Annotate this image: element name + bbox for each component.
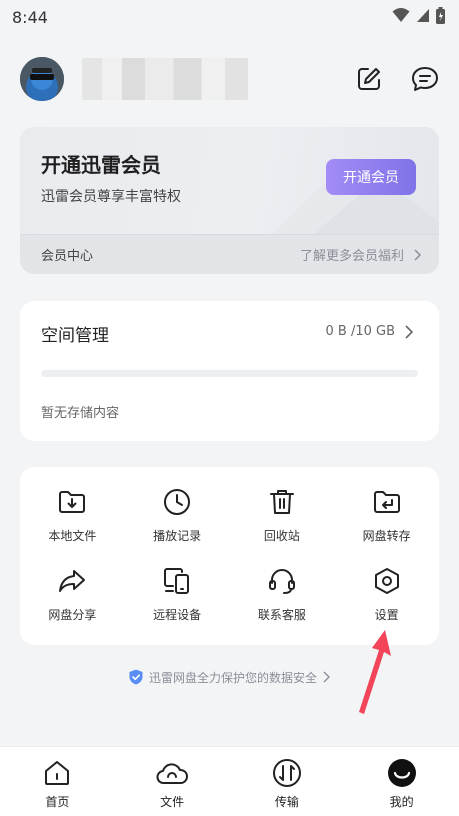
tool-label: 联系客服 — [257, 608, 306, 622]
tool-recycle-bin[interactable]: 回收站 — [230, 487, 335, 544]
tool-play-history[interactable]: 播放记录 — [125, 487, 230, 544]
tool-cloud-share[interactable]: 网盘分享 — [20, 566, 125, 623]
tab-mine[interactable]: 我的 — [344, 747, 459, 816]
space-usage[interactable]: 0 B /10 GB — [325, 324, 413, 339]
transfer-icon — [271, 757, 303, 789]
tool-remote-devices[interactable]: 远程设备 — [125, 566, 230, 623]
devices-icon — [162, 566, 192, 596]
status-time: 8:44 — [12, 7, 48, 27]
headset-icon — [267, 566, 297, 596]
security-note-text: 迅雷网盘全力保护您的数据安全 — [148, 670, 317, 685]
chevron-right-icon — [405, 324, 413, 339]
space-progress-bar — [41, 370, 418, 377]
tool-label: 播放记录 — [153, 529, 202, 543]
cloud-icon — [156, 757, 189, 789]
tool-label: 网盘分享 — [48, 608, 97, 622]
signal-icon — [416, 7, 430, 27]
chevron-right-icon — [323, 671, 330, 683]
battery-icon — [436, 6, 445, 28]
tab-files[interactable]: 文件 — [115, 747, 230, 816]
space-card[interactable]: 空间管理 0 B /10 GB 暂无存储内容 — [20, 301, 439, 441]
folder-download-icon — [57, 487, 87, 517]
profile-row — [20, 56, 440, 102]
wifi-icon — [392, 7, 410, 27]
avatar[interactable] — [20, 57, 64, 101]
tab-home[interactable]: 首页 — [0, 747, 115, 816]
shield-icon — [129, 669, 143, 685]
folder-return-icon — [372, 487, 402, 517]
tool-settings[interactable]: 设置 — [334, 566, 439, 623]
tool-label: 网盘转存 — [362, 529, 411, 543]
tool-label: 远程设备 — [153, 608, 202, 622]
space-title: 空间管理 — [41, 326, 109, 346]
tools-card: 本地文件 播放记录 回收站 网盘转存 网盘分享 远程设备 联系客服 设置 — [20, 467, 439, 645]
tab-label: 传输 — [274, 795, 299, 809]
home-icon — [41, 757, 73, 789]
vip-subtitle: 迅雷会员尊享丰富特权 — [41, 189, 181, 205]
profile-actions — [354, 64, 440, 94]
username-blurred — [82, 58, 248, 100]
trash-icon — [267, 487, 297, 517]
vip-title: 开通迅雷会员 — [41, 153, 161, 177]
clock-icon — [162, 487, 192, 517]
tab-transfer[interactable]: 传输 — [230, 747, 345, 816]
space-usage-value: 0 B /10 GB — [325, 324, 395, 339]
vip-card[interactable]: 开通迅雷会员 迅雷会员尊享丰富特权 开通会员 会员中心 了解更多会员福利 — [20, 127, 439, 274]
bottom-tab-bar: 首页 文件 传输 我的 — [0, 746, 459, 816]
tab-label: 我的 — [389, 795, 414, 809]
vip-center-label[interactable]: 会员中心 — [41, 245, 93, 264]
chevron-right-icon — [414, 248, 421, 261]
profile-face-icon — [386, 757, 418, 789]
tools-grid: 本地文件 播放记录 回收站 网盘转存 网盘分享 远程设备 联系客服 设置 — [20, 487, 439, 623]
tool-local-files[interactable]: 本地文件 — [20, 487, 125, 544]
share-arrow-icon — [57, 566, 87, 596]
vip-more-link[interactable]: 了解更多会员福利 — [300, 245, 421, 264]
hexagon-settings-icon — [372, 566, 402, 596]
message-icon[interactable] — [410, 64, 440, 94]
status-bar: 8:44 — [0, 0, 459, 34]
tool-customer-service[interactable]: 联系客服 — [230, 566, 335, 623]
tool-cloud-transfer[interactable]: 网盘转存 — [334, 487, 439, 544]
tool-label: 回收站 — [263, 529, 300, 543]
status-icons — [392, 6, 445, 28]
security-note[interactable]: 迅雷网盘全力保护您的数据安全 — [0, 667, 459, 687]
tool-label: 设置 — [374, 608, 399, 622]
tool-label: 本地文件 — [48, 529, 97, 543]
tab-label: 文件 — [160, 795, 185, 809]
vip-more-label: 了解更多会员福利 — [299, 249, 404, 264]
space-empty-text: 暂无存储内容 — [41, 406, 120, 421]
vip-footer[interactable]: 会员中心 了解更多会员福利 — [20, 234, 439, 274]
edit-icon[interactable] — [354, 64, 384, 94]
open-vip-button[interactable]: 开通会员 — [326, 159, 416, 195]
tab-label: 首页 — [45, 795, 70, 809]
